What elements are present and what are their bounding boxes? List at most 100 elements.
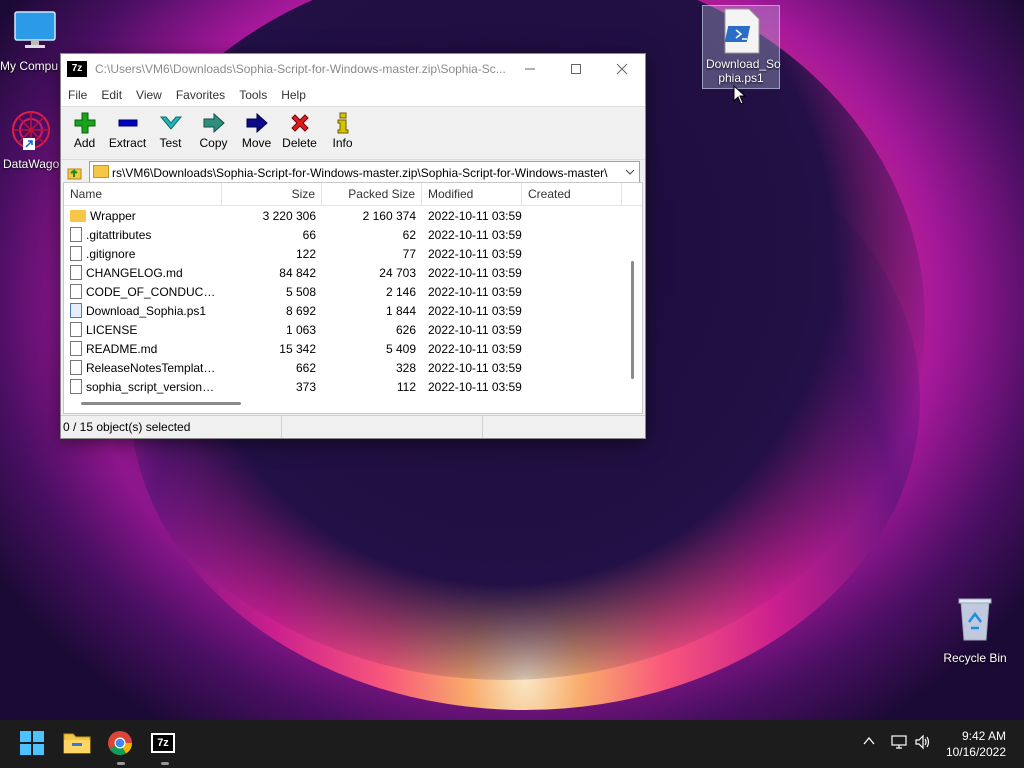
- cell-size: 66: [302, 227, 316, 242]
- speaker-icon: [915, 734, 930, 750]
- list-rows: Wrapper 3 220 306 2 160 374 2022-10-11 03:5…: [64, 206, 642, 396]
- powershell-file-icon: [724, 8, 760, 54]
- minimize-button[interactable]: [507, 54, 553, 84]
- file-name: CHANGELOG.md: [86, 265, 183, 280]
- clock[interactable]: 9:42 AM 10/16/2022: [946, 728, 1006, 760]
- 7zip-taskbar-button[interactable]: 7z: [151, 730, 179, 758]
- title-bar[interactable]: 7z C:\Users\VM6\Downloads\Sophia-Script-…: [61, 54, 645, 84]
- toolbar: Add Extract Test Copy Move Delete Info: [61, 107, 645, 160]
- chrome-button[interactable]: [107, 730, 135, 758]
- table-row[interactable]: LICENSE 1 063 626 2022-10-11 03:59: [64, 320, 642, 339]
- cell-modified: 2022-10-11 03:59: [428, 379, 522, 394]
- file-icon: [70, 265, 82, 280]
- file-name: CODE_OF_CONDUCT.md: [86, 284, 216, 299]
- file-explorer-button[interactable]: [63, 730, 91, 758]
- cell-size: 5 508: [285, 284, 316, 299]
- cell-name: Wrapper: [64, 209, 222, 223]
- extract-label: Extract: [108, 136, 147, 150]
- desktop-icon-recycle-bin[interactable]: Recycle Bin: [940, 596, 1010, 665]
- cell-size: 122: [295, 246, 316, 261]
- clock-date: 10/16/2022: [945, 745, 1006, 759]
- cell-packed-size: 2 160 374: [362, 208, 416, 223]
- info-label: Info: [332, 136, 353, 150]
- column-header-name[interactable]: Name: [64, 183, 222, 205]
- minimize-icon: [525, 68, 535, 70]
- table-row[interactable]: sophia_script_versions.j... 373 112 2022-10…: [64, 377, 642, 396]
- volume-button[interactable]: [914, 734, 932, 753]
- menu-favorites[interactable]: Favorites: [169, 88, 232, 102]
- test-button[interactable]: Test: [149, 107, 192, 150]
- folder-icon: [70, 209, 86, 222]
- cell-size: 8 692: [285, 303, 316, 318]
- column-header-created[interactable]: Created: [522, 183, 622, 205]
- cell-modified: 2022-10-11 03:59: [428, 322, 522, 337]
- file-list[interactable]: Name Size Packed Size Modified Created W…: [63, 182, 643, 414]
- cell-packed-size: 5 409: [385, 341, 416, 356]
- table-row[interactable]: Wrapper 3 220 306 2 160 374 2022-10-11 03:5…: [64, 206, 642, 225]
- cell-packed-size: 62: [402, 227, 416, 242]
- menu-help[interactable]: Help: [274, 88, 313, 102]
- vertical-scrollbar[interactable]: [631, 261, 634, 379]
- maximize-icon: [571, 64, 581, 74]
- desktop-icon-datawagon[interactable]: DataWago: [0, 108, 62, 171]
- status-bar: 0 / 15 object(s) selected: [61, 415, 645, 438]
- 7zip-app-icon: 7z: [67, 61, 87, 77]
- menu-file[interactable]: File: [61, 88, 94, 102]
- copy-button[interactable]: Copy: [192, 107, 235, 150]
- list-header: Name Size Packed Size Modified Created: [64, 183, 642, 206]
- cell-packed-size: 626: [395, 322, 416, 337]
- cell-size: 3 220 306: [262, 208, 316, 223]
- chevron-down-icon[interactable]: [625, 168, 635, 176]
- file-icon: [70, 246, 82, 261]
- monitor-icon: [14, 11, 56, 48]
- move-button[interactable]: Move: [235, 107, 278, 150]
- info-button[interactable]: Info: [321, 107, 364, 150]
- table-row[interactable]: CHANGELOG.md 84 842 24 703 2022-10-11 03:59: [64, 263, 642, 282]
- cell-name: .gitignore: [64, 246, 222, 261]
- cell-modified: 2022-10-11 03:59: [428, 227, 522, 242]
- check-icon: [159, 116, 182, 130]
- table-row[interactable]: .gitignore 122 77 2022-10-11 03:59: [64, 244, 642, 263]
- start-button[interactable]: [19, 730, 47, 758]
- column-header-size[interactable]: Size: [222, 183, 322, 205]
- table-row[interactable]: ReleaseNotesTemplate.... 662 328 2022-10-11…: [64, 358, 642, 377]
- cell-size: 1 063: [285, 322, 316, 337]
- cell-name: .gitattributes: [64, 227, 222, 242]
- column-header-packed-size[interactable]: Packed Size: [322, 183, 422, 205]
- network-button[interactable]: [890, 734, 908, 753]
- file-icon: [70, 341, 82, 356]
- horizontal-scrollbar[interactable]: [81, 402, 241, 405]
- add-button[interactable]: Add: [63, 107, 106, 150]
- file-icon: [70, 284, 82, 299]
- cell-packed-size: 328: [395, 360, 416, 375]
- file-name: LICENSE: [86, 322, 138, 337]
- table-row[interactable]: .gitattributes 66 62 2022-10-11 03:59: [64, 225, 642, 244]
- delete-button[interactable]: Delete: [278, 107, 321, 150]
- network-icon: [891, 735, 907, 749]
- show-hidden-icons-button[interactable]: [862, 734, 876, 751]
- file-name: README.md: [86, 341, 158, 356]
- file-name: ReleaseNotesTemplate....: [86, 360, 216, 375]
- menu-view[interactable]: View: [129, 88, 169, 102]
- desktop-icon-download-sophia[interactable]: Download_So phia.ps1: [702, 5, 781, 89]
- close-button[interactable]: [599, 54, 645, 84]
- status-text: 0 / 15 object(s) selected: [61, 416, 282, 438]
- folder-icon: [93, 165, 109, 178]
- table-row[interactable]: README.md 15 342 5 409 2022-10-11 03:59: [64, 339, 642, 358]
- 7zip-icon: 7z: [151, 733, 175, 753]
- move-label: Move: [241, 136, 272, 150]
- maximize-button[interactable]: [553, 54, 599, 84]
- extract-button[interactable]: Extract: [106, 107, 149, 150]
- path-input[interactable]: rs\VM6\Downloads\Sophia-Script-for-Windo…: [112, 166, 618, 180]
- desktop-icon-label: Recycle Bin: [943, 651, 1007, 665]
- 7zip-window[interactable]: 7z C:\Users\VM6\Downloads\Sophia-Script-…: [60, 53, 646, 439]
- menu-tools[interactable]: Tools: [232, 88, 274, 102]
- menu-bar: File Edit View Favorites Tools Help: [61, 84, 645, 107]
- cell-name: Download_Sophia.ps1: [64, 303, 222, 318]
- file-name: .gitattributes: [86, 227, 152, 242]
- menu-edit[interactable]: Edit: [94, 88, 129, 102]
- column-header-modified[interactable]: Modified: [422, 183, 522, 205]
- table-row[interactable]: Download_Sophia.ps1 8 692 1 844 2022-10-11 …: [64, 301, 642, 320]
- cell-size: 15 342: [279, 341, 316, 356]
- table-row[interactable]: CODE_OF_CONDUCT.md 5 508 2 146 2022-10-11 0…: [64, 282, 642, 301]
